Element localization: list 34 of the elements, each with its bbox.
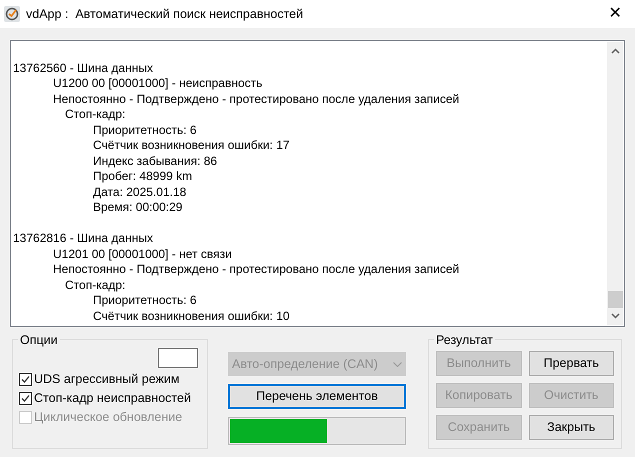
scroll-thumb[interactable] [608,291,622,308]
log-line: Время: 00:00:29 [93,200,182,214]
window-title: vdApp : Автоматический поиск неисправностей [26,6,304,23]
checkbox[interactable] [19,392,32,404]
log-line: U1200 00 [00001000] - неисправность [53,76,262,90]
scrollbar[interactable] [607,42,623,325]
log-line: U1201 00 [00001000] - нет связи [53,246,232,260]
log-line: Непостоянно - Подтверждено - протестировано после удаления записей [53,262,460,276]
log-line: Непостоянно - Подтверждено - протестировано после удаления записей [53,92,460,106]
log-line: Индекс забывания: 86 [93,154,218,168]
log-line: Счётчик возникновения ошибки: 17 [93,138,290,152]
log-line: 13762560 - Шина данных [13,60,153,74]
log-line: Стоп-кадр: [65,278,126,292]
log-line: Дата: 2025.01.18 [93,184,186,198]
checkbox-row[interactable]: UDS агрессивный режим [19,371,201,387]
log-line: Приоритетность: 6 [93,293,197,307]
log-line: Стоп-кадр: [65,107,126,121]
number-field[interactable] [158,348,198,368]
checkbox[interactable] [19,372,32,386]
close-button[interactable]: ✕ [595,0,635,28]
result-button[interactable]: Закрыть [528,415,614,440]
chevron-down-icon [393,362,402,366]
log-line: 13762816 - Шина данных [13,231,153,245]
result-button[interactable]: Прервать [528,351,614,376]
checkbox-row[interactable]: Стоп-кадр неисправностей [19,390,201,406]
log-line: Приоритетность: 6 [93,122,197,136]
element-list-button[interactable]: Перечень элементов [228,384,406,409]
check-icon [21,374,30,384]
check-icon [21,394,30,402]
log-line: Пробег: 48999 km [93,169,192,183]
log-line: Счётчик возникновения ошибки: 10 [93,308,290,322]
app-logo-icon [4,6,20,22]
scroll-up-icon[interactable] [610,48,620,54]
scroll-down-icon[interactable] [610,313,620,319]
